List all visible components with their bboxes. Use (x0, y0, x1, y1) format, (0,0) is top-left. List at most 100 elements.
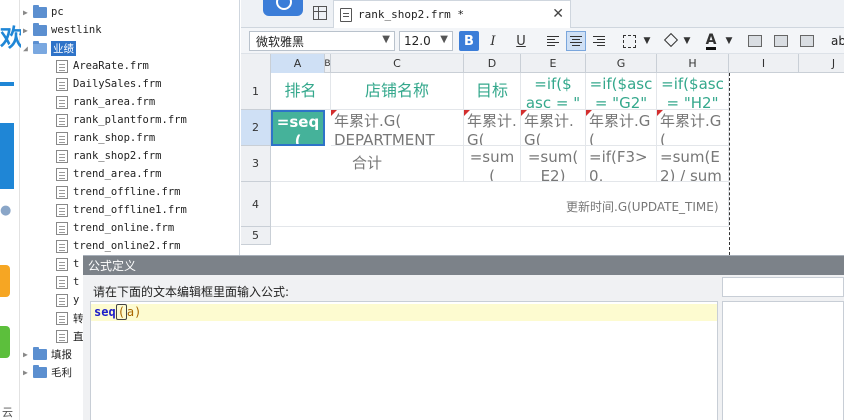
tree-folder-item[interactable]: ▶ 毛利 (23, 363, 72, 381)
tree-folder-item[interactable]: ▶ pc (23, 3, 64, 21)
fill-color-dropdown[interactable]: ▼ (677, 31, 697, 51)
row-header-2[interactable]: 2 (241, 110, 271, 146)
tree-file-item[interactable]: rank_area.frm (56, 93, 155, 111)
unmerge-cells-button[interactable] (771, 31, 791, 51)
tab-rank-shop2[interactable]: rank_shop2.frm * ✕ (333, 0, 571, 28)
column-header-a[interactable]: A (271, 54, 325, 73)
green-shortcut-icon[interactable] (0, 326, 10, 358)
column-header-j[interactable]: J (799, 54, 844, 73)
column-header-c[interactable]: C (331, 54, 464, 73)
tree-file-item[interactable]: trend_online.frm (56, 219, 174, 237)
collapsed-arrow-icon[interactable]: ▶ (23, 8, 33, 17)
sheet-corner[interactable] (241, 54, 271, 73)
row-header-4[interactable]: 4 (241, 182, 271, 227)
row-header-5[interactable]: 5 (241, 227, 271, 245)
cell-a1[interactable]: 排名 (271, 73, 331, 110)
formula-current-line[interactable]: seq(a) (91, 304, 717, 321)
cell-g1[interactable]: =if($asc = "G2" (586, 73, 657, 110)
tree-file-item[interactable]: rank_plantform.frm (56, 111, 187, 129)
tree-file-item[interactable]: trend_offline1.frm (56, 201, 187, 219)
file-icon (56, 131, 68, 145)
bold-button[interactable]: B (459, 31, 479, 51)
file-icon (56, 203, 68, 217)
cell-e2[interactable]: 年累计. G( (521, 110, 586, 146)
chevron-down-icon: ▼ (382, 34, 390, 45)
collapsed-arrow-icon[interactable]: ▶ (23, 26, 33, 35)
grid-icon[interactable] (313, 6, 327, 20)
cell-h1[interactable]: =if($asc = "H2" (657, 73, 729, 110)
column-header-e[interactable]: E (521, 54, 586, 73)
tree-file-item[interactable]: trend_online2.frm (56, 237, 180, 255)
border-dropdown[interactable]: ▼ (637, 31, 657, 51)
tree-file-item[interactable]: AreaRate.frm (56, 57, 149, 75)
tree-item-label: westlink (51, 24, 102, 36)
font-family-select[interactable]: 微软雅黑 ▼ (249, 31, 395, 51)
formula-editor[interactable]: seq(a) (90, 301, 718, 420)
font-color-dropdown[interactable]: ▼ (719, 31, 739, 51)
cell-c3[interactable]: 合计 (271, 146, 464, 182)
file-icon (56, 221, 68, 235)
font-size-value: 12.0 (404, 34, 431, 48)
cell-c2[interactable]: 年累计.G( DEPARTMENT (331, 110, 464, 146)
preview-button[interactable] (263, 0, 303, 16)
tree-file-item[interactable]: 直 (56, 327, 84, 345)
cell-e1[interactable]: =if($ asc = " (521, 73, 586, 110)
column-header-d[interactable]: D (464, 54, 521, 73)
tree-file-item[interactable]: rank_shop.frm (56, 129, 155, 147)
collapsed-arrow-icon[interactable]: ▶ (23, 368, 33, 377)
cell-g2[interactable]: 年累计.G( YOY) (586, 110, 657, 146)
tree-file-item[interactable]: trend_area.frm (56, 165, 162, 183)
align-center-button[interactable] (566, 31, 586, 51)
align-left-button[interactable] (543, 31, 563, 51)
cell-c1[interactable]: 店铺名称 (331, 73, 464, 110)
tree-file-item[interactable]: 转 (56, 309, 84, 327)
align-right-button[interactable] (589, 31, 609, 51)
close-icon[interactable]: ✕ (552, 6, 564, 22)
grid-lines-button[interactable] (797, 31, 817, 51)
tree-file-item[interactable]: DailySales.frm (56, 75, 162, 93)
cell-d2[interactable]: 年累计. G( (464, 110, 521, 146)
cell-d1[interactable]: 目标 (464, 73, 521, 110)
merge-cells-button[interactable] (745, 31, 765, 51)
tree-folder-item[interactable]: ◢ 业绩 (23, 39, 76, 57)
tree-item-label: trend_area.frm (73, 168, 162, 180)
cell-h2[interactable]: 年累计.G( REACH (657, 110, 729, 146)
user-icon[interactable]: ● (0, 203, 11, 218)
column-header-h[interactable]: H (657, 54, 729, 73)
file-icon (56, 113, 68, 127)
font-size-select[interactable]: 12.0 ▼ (399, 31, 453, 51)
cell-g3[interactable]: =if(F3>0, round(( (586, 146, 657, 182)
tree-folder-item[interactable]: ▶ 填报 (23, 345, 72, 363)
tree-file-item[interactable]: trend_offline.frm (56, 183, 180, 201)
tree-file-item[interactable]: y (56, 291, 79, 309)
cell-h3[interactable]: =sum(E 2) / sum( (657, 146, 729, 182)
tree-file-item[interactable]: rank_shop2.frm (56, 147, 162, 165)
orange-shortcut-icon[interactable] (0, 265, 10, 297)
cell-a2-selected[interactable]: =seq( ) (271, 110, 325, 146)
font-color-button[interactable]: A (701, 31, 721, 51)
italic-button[interactable]: I (483, 31, 503, 51)
collapsed-arrow-icon[interactable]: ▶ (23, 350, 33, 359)
tree-item-label: rank_plantform.frm (73, 114, 187, 126)
column-header-i[interactable]: I (729, 54, 799, 73)
function-search-input[interactable] (722, 277, 844, 297)
row-header-1[interactable]: 1 (241, 73, 271, 110)
tree-item-label: trend_offline.frm (73, 186, 181, 198)
cell-e3[interactable]: =sum( E2) (521, 146, 586, 182)
tree-file-item[interactable]: t (56, 273, 79, 291)
file-icon (56, 239, 68, 253)
tree-folder-item[interactable]: ▶ westlink (23, 21, 102, 39)
cell-d3[interactable]: =sum( D2) (464, 146, 521, 182)
spreadsheet[interactable]: A B C D E G H I J 1 2 3 4 5 排名 店铺名称 目标 =… (241, 54, 844, 255)
border-button[interactable] (619, 31, 639, 51)
function-list-panel[interactable] (722, 301, 844, 420)
strip-tail-text: 云 (2, 406, 13, 419)
tree-file-item[interactable]: t (56, 255, 79, 273)
column-header-g[interactable]: G (586, 54, 657, 73)
text-wrap-button[interactable]: ab (831, 34, 844, 48)
column-header-row: A B C D E G H I J (241, 54, 844, 73)
expanded-arrow-icon[interactable]: ◢ (23, 44, 33, 53)
row-header-3[interactable]: 3 (241, 146, 271, 182)
tree-item-label: 毛利 (51, 366, 72, 379)
underline-button[interactable]: U (511, 31, 531, 51)
